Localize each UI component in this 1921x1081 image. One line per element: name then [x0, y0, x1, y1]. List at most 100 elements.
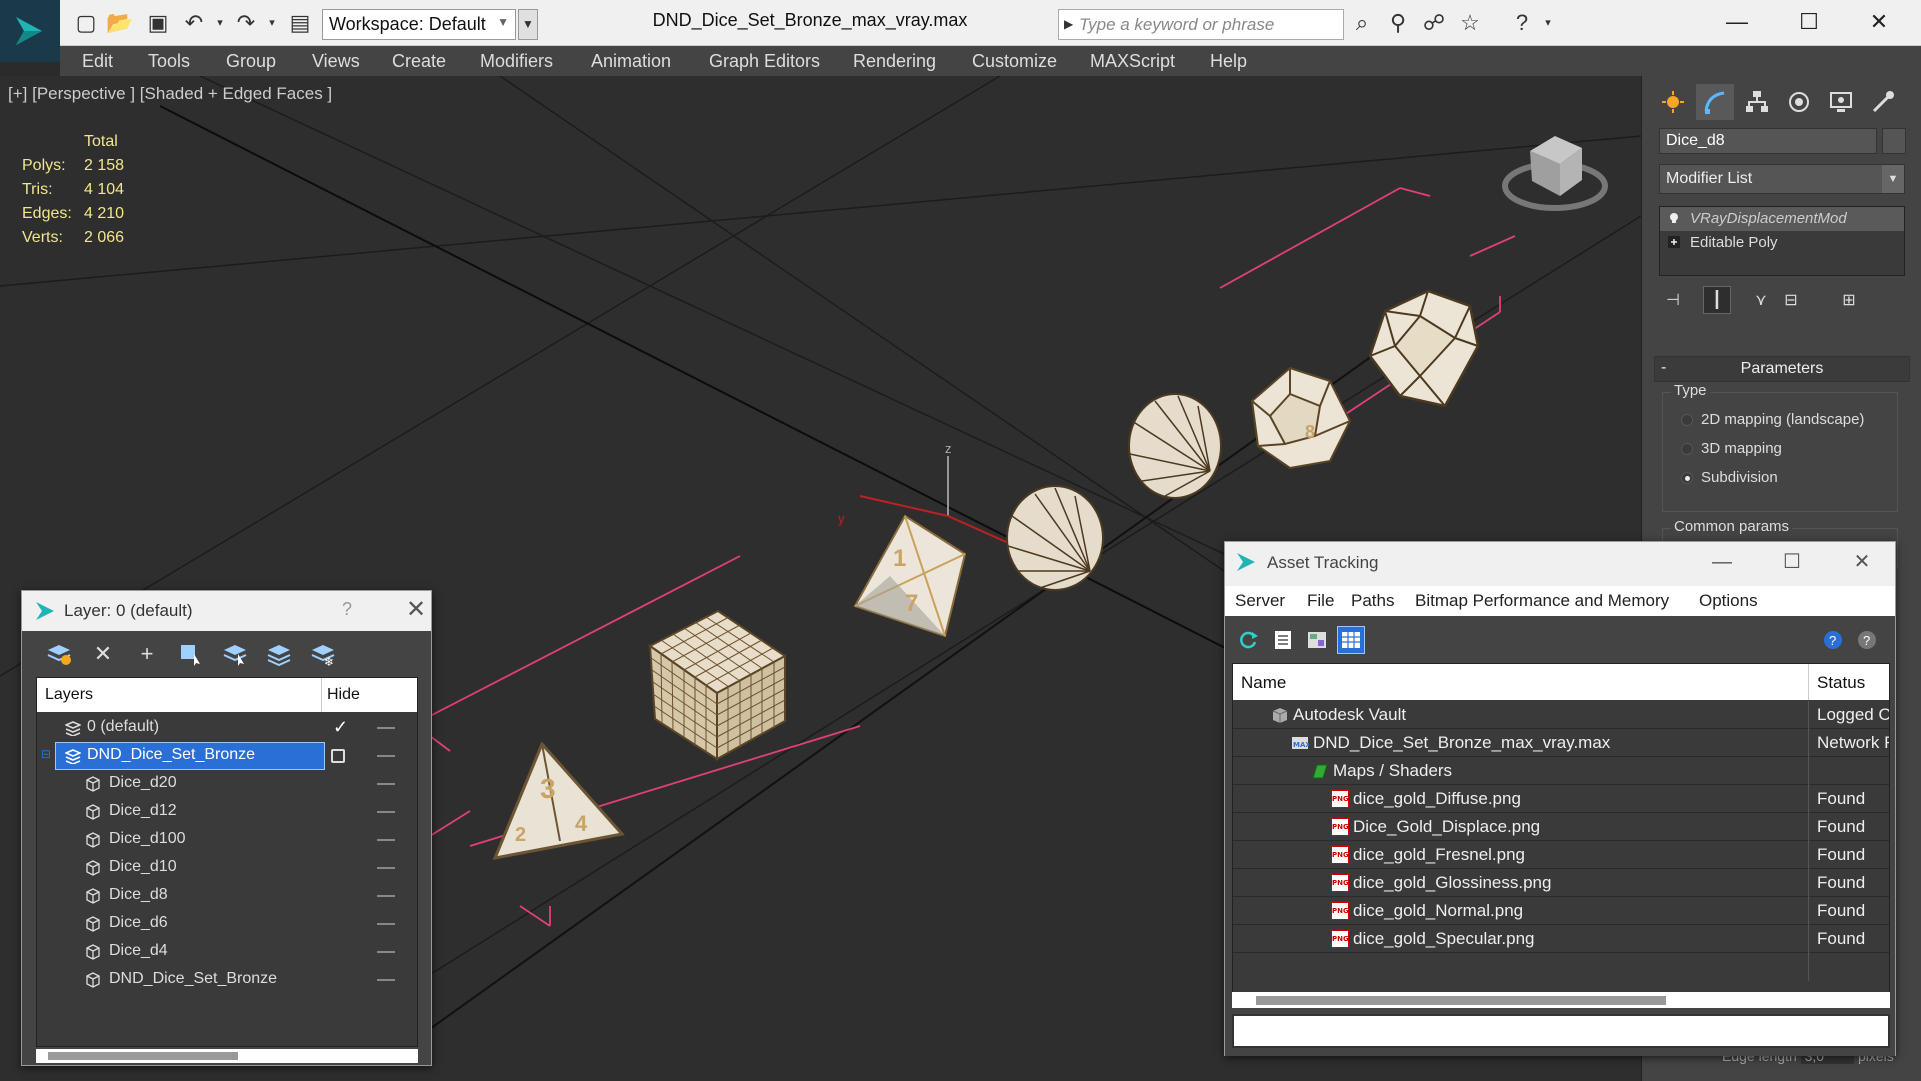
minimize-button[interactable]: — [1697, 546, 1747, 578]
hide-toggle[interactable] [377, 783, 395, 785]
menu-paths[interactable]: Paths [1351, 591, 1394, 611]
make-unique-icon[interactable]: ⋎ [1747, 286, 1775, 314]
redo-dropdown-icon[interactable]: ▾ [258, 9, 286, 37]
asset-row[interactable]: Autodesk Vault Logged O [1233, 701, 1889, 729]
menu-help[interactable]: Help [1210, 51, 1247, 72]
utilities-tab-icon[interactable] [1864, 84, 1902, 120]
help-button[interactable]: ? [342, 599, 352, 620]
hide-toggle[interactable] [377, 951, 395, 953]
layer-object-row[interactable]: Dice_d20 [37, 770, 417, 798]
asset-row[interactable]: PNG dice_gold_Specular.png Found [1233, 925, 1889, 953]
highlight-layer-icon[interactable] [220, 639, 250, 669]
show-end-result-icon[interactable]: ┃ [1703, 286, 1731, 314]
pin-stack-icon[interactable]: ⊣ [1659, 286, 1687, 314]
dice-d100[interactable] [1006, 485, 1104, 591]
layer-object-row[interactable]: Dice_d8 [37, 882, 417, 910]
hide-toggle[interactable] [377, 839, 395, 841]
search-input[interactable]: ▶ Type a keyword or phrase [1058, 9, 1344, 40]
radio-2d-mapping[interactable]: 2D mapping (landscape) [1681, 411, 1864, 428]
layer-object-row[interactable]: Dice_d4 [37, 938, 417, 966]
column-separator[interactable] [1808, 664, 1809, 700]
asset-row[interactable]: PNG dice_gold_Diffuse.png Found [1233, 785, 1889, 813]
asset-row[interactable]: Maps / Shaders [1233, 757, 1889, 785]
scrollbar-thumb[interactable] [1256, 996, 1666, 1005]
menu-create[interactable]: Create [392, 51, 446, 72]
hide-toggle[interactable] [377, 867, 395, 869]
asset-row[interactable]: PNG dice_gold_Fresnel.png Found [1233, 841, 1889, 869]
hide-toggle[interactable] [377, 979, 395, 981]
thumbnail-view-icon[interactable] [1303, 626, 1331, 654]
refresh-icon[interactable] [1235, 626, 1263, 654]
redo-icon[interactable]: ↷ [232, 9, 260, 37]
search-expand-icon[interactable]: ▶ [1064, 17, 1073, 31]
menu-tools[interactable]: Tools [148, 51, 190, 72]
lightbulb-icon[interactable] [1668, 211, 1680, 223]
layer-row-default[interactable]: 0 (default) ✓ [37, 714, 417, 742]
menu-group[interactable]: Group [226, 51, 276, 72]
key-icon[interactable]: ⚲ [1384, 9, 1412, 37]
layer-row-dnd-dice-set-bronze[interactable]: ⊟ DND_Dice_Set_Bronze [37, 742, 417, 770]
communication-icon[interactable]: ☍ [1420, 9, 1448, 37]
collapse-icon[interactable]: ⊟ [41, 747, 57, 763]
open-file-icon[interactable]: 📂 [106, 9, 134, 37]
new-layer-icon[interactable] [44, 639, 74, 669]
modify-tab-icon[interactable] [1696, 84, 1734, 120]
object-color-swatch[interactable] [1882, 128, 1906, 154]
dice-d4[interactable]: 3 4 2 [492, 741, 625, 860]
column-separator[interactable] [321, 678, 322, 712]
parameters-header[interactable]: - Parameters [1654, 356, 1910, 382]
stack-item-vraydisplacementmod[interactable]: VRayDisplacementMod [1660, 207, 1904, 231]
layer-object-row[interactable]: Dice_d12 [37, 798, 417, 826]
menu-modifiers[interactable]: Modifiers [480, 51, 553, 72]
stack-item-editable-poly[interactable]: Editable Poly [1660, 231, 1904, 255]
menu-views[interactable]: Views [312, 51, 360, 72]
close-dialog-button[interactable]: ✕ [406, 595, 426, 624]
menu-animation[interactable]: Animation [591, 51, 671, 72]
context-help-icon[interactable]: ? [1853, 626, 1881, 654]
menu-customize[interactable]: Customize [972, 51, 1057, 72]
delete-layer-icon[interactable]: ✕ [88, 639, 118, 669]
project-folder-icon[interactable]: ▤ [286, 9, 314, 37]
configure-modifier-sets-icon[interactable]: ⊞ [1835, 286, 1863, 314]
list-view-icon[interactable] [1269, 626, 1297, 654]
maximize-button[interactable]: ☐ [1767, 546, 1817, 578]
menu-bitmap-performance[interactable]: Bitmap Performance and Memory [1415, 591, 1669, 611]
binoculars-icon[interactable]: ⌕ [1348, 9, 1376, 37]
table-view-icon[interactable] [1337, 626, 1365, 654]
create-tab-icon[interactable] [1654, 84, 1692, 120]
help-icon[interactable]: ? [1819, 626, 1847, 654]
hide-toggle[interactable] [377, 923, 395, 925]
hide-toggle[interactable] [377, 755, 395, 757]
app-logo[interactable] [0, 0, 60, 62]
modifier-list-dropdown[interactable]: Modifier List ▼ [1659, 164, 1905, 194]
horizontal-scrollbar[interactable] [1232, 992, 1890, 1008]
display-tab-icon[interactable] [1822, 84, 1860, 120]
close-dialog-button[interactable]: ✕ [1837, 546, 1887, 578]
asset-row[interactable]: PNG dice_gold_Normal.png Found [1233, 897, 1889, 925]
undo-dropdown-icon[interactable]: ▾ [206, 9, 234, 37]
dice-d8[interactable]: 1 7 [853, 514, 967, 638]
menu-graph-editors[interactable]: Graph Editors [709, 51, 820, 72]
menu-edit[interactable]: Edit [82, 51, 113, 72]
object-name-field[interactable]: Dice_d8 [1659, 128, 1877, 154]
dice-d10[interactable] [1128, 393, 1222, 499]
hide-toggle[interactable] [377, 811, 395, 813]
horizontal-scrollbar[interactable] [36, 1049, 418, 1063]
maximize-button[interactable]: ☐ [1786, 4, 1832, 40]
freeze-all-layers-icon[interactable]: ❄ [308, 639, 338, 669]
active-layer-check-icon[interactable]: ✓ [333, 717, 348, 738]
column-header-layers[interactable]: Layers [45, 686, 93, 704]
menu-rendering[interactable]: Rendering [853, 51, 936, 72]
close-button[interactable]: ✕ [1856, 4, 1902, 40]
new-file-icon[interactable]: ▢ [72, 9, 100, 37]
menu-options[interactable]: Options [1699, 591, 1758, 611]
dice-d6[interactable] [648, 609, 787, 761]
remove-modifier-icon[interactable]: ⊟ [1777, 286, 1805, 314]
dice-d20[interactable] [1368, 289, 1480, 408]
help-icon[interactable]: ? [1508, 9, 1536, 37]
asset-row[interactable]: PNG dice_gold_Glossiness.png Found [1233, 869, 1889, 897]
radio-subdivision[interactable]: Subdivision [1681, 469, 1778, 486]
motion-tab-icon[interactable] [1780, 84, 1818, 120]
layer-object-row[interactable]: DND_Dice_Set_Bronze [37, 966, 417, 994]
hide-toggle[interactable] [377, 727, 395, 729]
